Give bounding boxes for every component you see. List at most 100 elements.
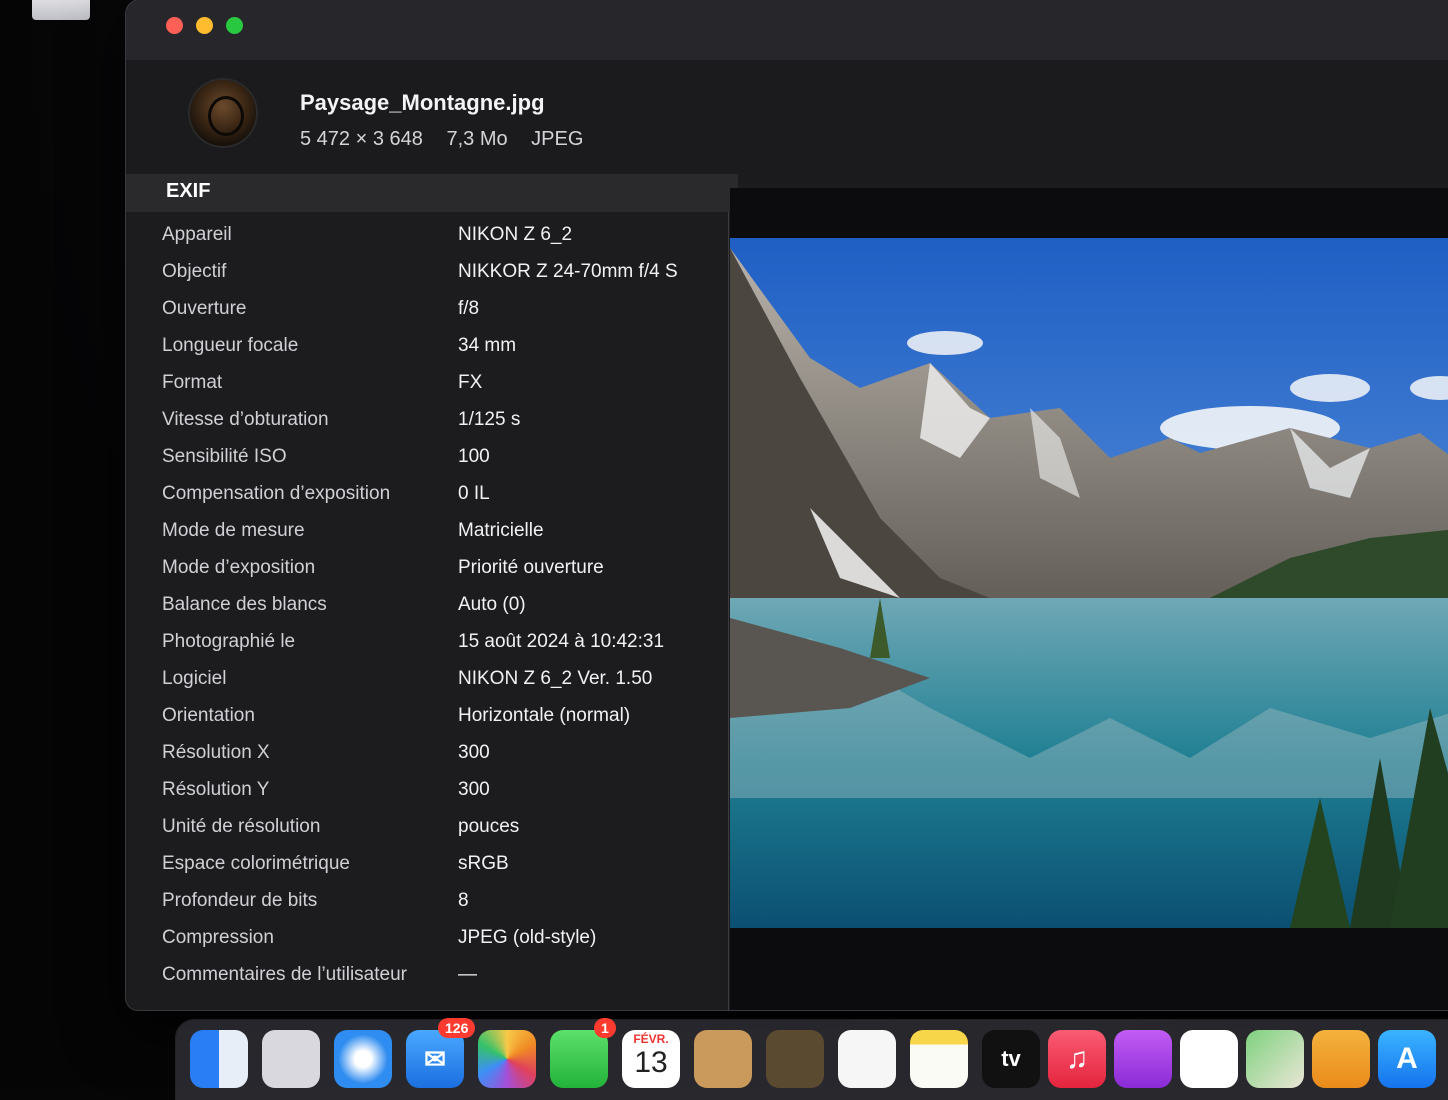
exif-label: Balance des blancs bbox=[162, 594, 327, 615]
launchpad-icon[interactable] bbox=[262, 1030, 320, 1088]
music-note-icon: ♫ bbox=[1065, 1042, 1089, 1075]
file-name: Paysage_Montagne.jpg bbox=[300, 90, 545, 115]
app-store-icon[interactable]: A bbox=[1378, 1030, 1436, 1088]
exif-label: Résolution Y bbox=[162, 779, 270, 800]
exif-value: FX bbox=[458, 372, 483, 393]
file-header: Paysage_Montagne.jpg 5 472 × 3 648 7,3 M… bbox=[126, 60, 1448, 184]
exif-row: Appareil NIKON Z 6_2 bbox=[126, 218, 726, 254]
exif-value: 34 mm bbox=[458, 335, 517, 356]
reminders-icon[interactable] bbox=[838, 1030, 896, 1088]
notes-icon[interactable] bbox=[910, 1030, 968, 1088]
exif-label: Profondeur de bits bbox=[162, 890, 318, 911]
exif-label: Vitesse d’obturation bbox=[162, 409, 329, 430]
finder-icon[interactable] bbox=[190, 1030, 248, 1088]
exif-label: Format bbox=[162, 372, 223, 393]
exif-label: Résolution X bbox=[162, 742, 270, 763]
pages-icon[interactable] bbox=[1312, 1030, 1370, 1088]
exif-label: Photographié le bbox=[162, 631, 296, 652]
exif-value: pouces bbox=[458, 816, 520, 837]
facetime-icon[interactable] bbox=[550, 1030, 608, 1088]
exif-value: Auto (0) bbox=[458, 594, 526, 615]
exif-row: Unité de résolution pouces bbox=[126, 810, 726, 846]
exif-label: Mode d’exposition bbox=[162, 557, 316, 578]
exif-row: Compensation d’exposition 0 IL bbox=[126, 477, 726, 513]
exif-row: Photographié le 15 août 2024 à 10:42:31 bbox=[126, 625, 726, 661]
exif-section-title: EXIF bbox=[166, 180, 211, 202]
landscape-photo bbox=[730, 238, 1448, 928]
exif-value: NIKKOR Z 24-70mm f/4 S bbox=[458, 261, 678, 282]
exif-label: Compression bbox=[162, 927, 274, 948]
file-size: 7,3 Mo bbox=[446, 128, 508, 150]
exif-value: 0 IL bbox=[458, 483, 490, 504]
exif-label: Mode de mesure bbox=[162, 520, 305, 541]
exif-row: Logiciel NIKON Z 6_2 Ver. 1.50 bbox=[126, 662, 726, 698]
info-window: Paysage_Montagne.jpg 5 472 × 3 648 7,3 M… bbox=[126, 0, 1448, 1010]
exif-row: Espace colorimétrique sRGB bbox=[126, 847, 726, 883]
exif-value: Priorité ouverture bbox=[458, 557, 604, 578]
exif-value: NIKON Z 6_2 bbox=[458, 224, 573, 245]
envelope-icon: ✉ bbox=[424, 1044, 446, 1074]
close-button[interactable] bbox=[166, 17, 183, 34]
app-store-a-icon: A bbox=[1396, 1042, 1418, 1075]
exif-label: Ouverture bbox=[162, 298, 247, 319]
desktop-file-icon[interactable] bbox=[32, 0, 90, 20]
exif-value: JPEG (old-style) bbox=[458, 927, 597, 948]
exif-row: Compression JPEG (old-style) bbox=[126, 921, 726, 957]
dock: ✉ 126 1 FÉVR. 13 tv ♫ A bbox=[176, 1018, 1448, 1100]
safari-icon[interactable] bbox=[334, 1030, 392, 1088]
exif-row: Balance des blancs Auto (0) bbox=[126, 588, 726, 624]
exif-row: Mode d’exposition Priorité ouverture bbox=[126, 551, 726, 587]
exif-row: Mode de mesure Matricielle bbox=[126, 514, 726, 550]
news-icon[interactable] bbox=[1180, 1030, 1238, 1088]
exif-value: f/8 bbox=[458, 298, 480, 319]
exif-label: Sensibilité ISO bbox=[162, 446, 287, 467]
exif-label: Compensation d’exposition bbox=[162, 483, 391, 504]
calendar-icon[interactable]: FÉVR. 13 bbox=[622, 1030, 680, 1088]
exif-label: Objectif bbox=[162, 261, 227, 282]
exif-row: Résolution Y 300 bbox=[126, 773, 726, 809]
exif-row: Objectif NIKKOR Z 24-70mm f/4 S bbox=[126, 255, 726, 291]
apple-tv-label: tv bbox=[1001, 1046, 1021, 1071]
minimize-button[interactable] bbox=[196, 17, 213, 34]
calendar-month: FÉVR. bbox=[633, 1032, 669, 1046]
file-dimensions: 5 472 × 3 648 bbox=[300, 128, 423, 150]
exif-row: Résolution X 300 bbox=[126, 736, 726, 772]
music-icon[interactable]: ♫ bbox=[1048, 1030, 1106, 1088]
exif-row: Sensibilité ISO 100 bbox=[126, 440, 726, 476]
exif-section-header: EXIF bbox=[126, 174, 738, 212]
exif-label: Espace colorimétrique bbox=[162, 853, 350, 874]
exif-value: 300 bbox=[458, 742, 490, 763]
contacts-icon[interactable] bbox=[694, 1030, 752, 1088]
maps-icon[interactable] bbox=[1246, 1030, 1304, 1088]
photos-icon[interactable] bbox=[478, 1030, 536, 1088]
exif-row: Profondeur de bits 8 bbox=[126, 884, 726, 920]
exif-value: 8 bbox=[458, 890, 469, 911]
exif-label: Unité de résolution bbox=[162, 816, 321, 837]
exif-value: — bbox=[458, 964, 477, 985]
image-preview-pane bbox=[730, 188, 1448, 1010]
exif-value: 1/125 s bbox=[458, 409, 521, 430]
exif-value: sRGB bbox=[458, 853, 509, 874]
exif-label: Appareil bbox=[162, 224, 232, 245]
exif-label: Longueur focale bbox=[162, 335, 299, 356]
file-meta: 5 472 × 3 648 7,3 Mo JPEG bbox=[300, 128, 601, 151]
exif-label: Logiciel bbox=[162, 668, 227, 689]
apple-tv-icon[interactable]: tv bbox=[982, 1030, 1040, 1088]
maximize-button[interactable] bbox=[226, 17, 243, 34]
landscape-illustration bbox=[730, 238, 1448, 928]
exif-row: Format FX bbox=[126, 366, 726, 402]
exif-row: Commentaires de l’utilisateur — bbox=[126, 958, 726, 994]
title-bar bbox=[126, 0, 1448, 60]
podcasts-icon[interactable] bbox=[1114, 1030, 1172, 1088]
exif-row: Ouverture f/8 bbox=[126, 292, 726, 328]
exif-value: NIKON Z 6_2 Ver. 1.50 bbox=[458, 668, 653, 689]
exif-row: Vitesse d’obturation 1/125 s bbox=[126, 403, 726, 439]
archive-icon[interactable] bbox=[766, 1030, 824, 1088]
exif-row: Orientation Horizontale (normal) bbox=[126, 699, 726, 735]
exif-list: Appareil NIKON Z 6_2 Objectif NIKKOR Z 24-… bbox=[126, 212, 729, 1010]
file-thumbnail bbox=[190, 80, 256, 146]
facetime-badge: 1 bbox=[594, 1018, 616, 1038]
calendar-day: 13 bbox=[634, 1046, 668, 1079]
exif-row: Longueur focale 34 mm bbox=[126, 329, 726, 365]
mail-icon[interactable]: ✉ bbox=[406, 1030, 464, 1088]
